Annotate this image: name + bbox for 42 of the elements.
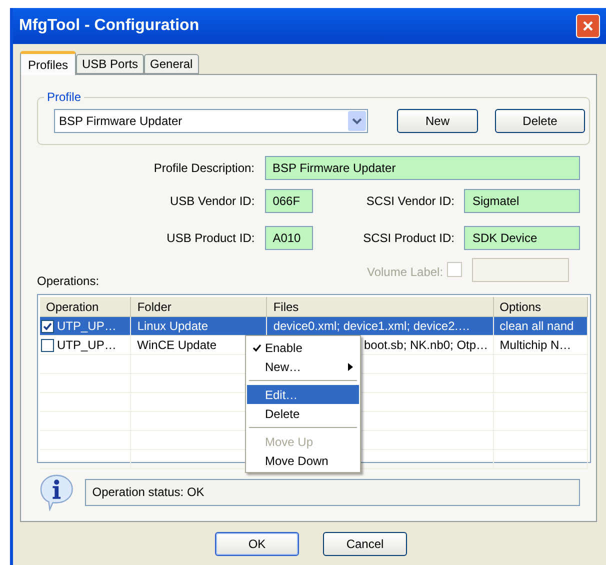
text-field[interactable]: 066F: [264, 189, 313, 213]
field-label: Volume Label:: [367, 264, 444, 281]
cell-text: UTP_UP…: [57, 337, 116, 354]
info-icon: [39, 473, 74, 511]
checkbox[interactable]: [41, 338, 54, 352]
cell-text: Linux Update: [137, 318, 208, 335]
checkbox[interactable]: [41, 320, 54, 332]
profile-button[interactable]: New: [397, 109, 478, 133]
menu-item[interactable]: Edit…: [247, 385, 359, 404]
cell-text: boot.sb; NK.nb0; Otp…: [364, 337, 488, 354]
text-field[interactable]: [472, 258, 570, 282]
text-field[interactable]: SDK Device: [464, 226, 580, 250]
text-field[interactable]: Sigmatel: [464, 189, 580, 213]
profile-dropdown[interactable]: BSP Firmware Updater: [54, 109, 368, 133]
close-icon: [582, 20, 594, 32]
field-label: USB Vendor ID:: [168, 193, 256, 210]
cell-text: clean all nand: [500, 318, 574, 335]
field-label: Profile Description:: [152, 160, 256, 176]
field-label: SCSI Vendor ID:: [365, 193, 456, 210]
dialog-button[interactable]: Cancel: [323, 532, 407, 556]
tab[interactable]: Profiles: [20, 51, 76, 75]
check-icon: [253, 344, 261, 352]
tab[interactable]: General: [144, 54, 199, 74]
cell-text: device0.xml; device1.xml; device2.…: [273, 318, 470, 335]
cell-text: UTP_UP…: [57, 318, 116, 335]
operations-label: Operations:: [37, 273, 100, 290]
close-button[interactable]: [576, 14, 600, 38]
field-label: SCSI Product ID:: [362, 230, 456, 247]
text-field[interactable]: BSP Firmware Updater: [264, 156, 580, 180]
tab[interactable]: USB Ports: [76, 54, 144, 74]
dialog-button[interactable]: OK: [215, 532, 299, 556]
profile-button[interactable]: Delete: [495, 109, 585, 133]
operation-row-first-cell[interactable]: UTP_UP…: [40, 336, 132, 354]
cell-text: WinCE Update: [137, 337, 217, 354]
text-field[interactable]: A010: [264, 226, 313, 250]
window-title: MfgTool - Configuration: [19, 16, 200, 36]
check-icon: [43, 322, 52, 330]
operation-row-first-cell[interactable]: UTP_UP…: [40, 317, 132, 335]
cell-text: Multichip N…: [500, 337, 572, 354]
submenu-arrow-icon: [348, 362, 353, 370]
field-label: USB Product ID:: [166, 230, 256, 247]
status-field: Operation status: OK: [85, 478, 580, 506]
